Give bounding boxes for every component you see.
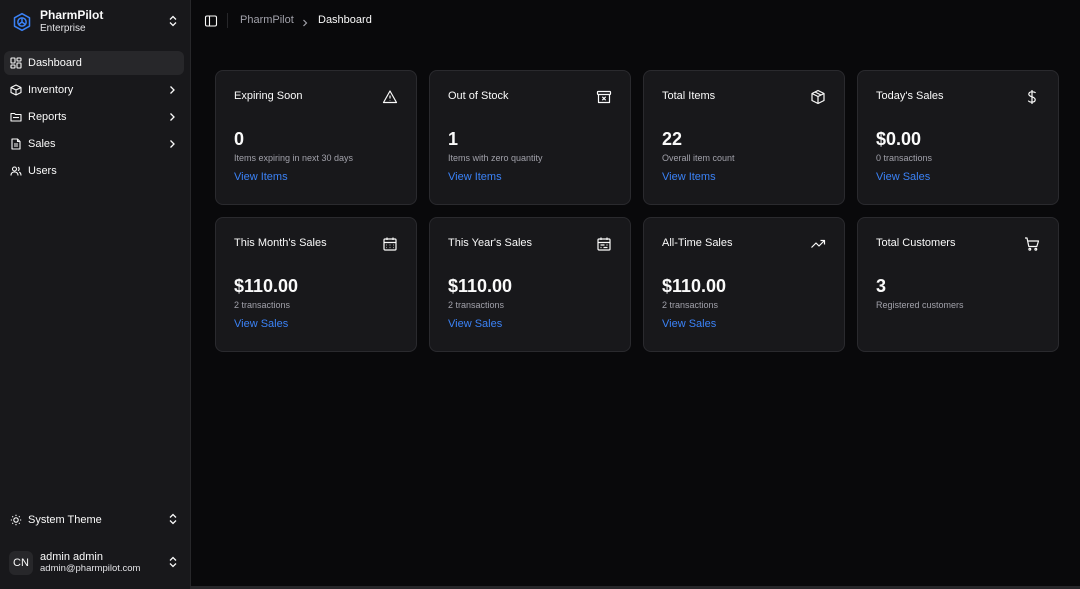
card-subtitle: Items expiring in next 30 days (234, 153, 354, 163)
card-title: Out of Stock (448, 90, 509, 102)
view-items-link[interactable]: View Items (662, 171, 716, 183)
sidebar-item-label: Inventory (28, 84, 74, 96)
card-subtitle: 2 transactions (448, 300, 505, 310)
card-value: $110.00 (662, 276, 727, 296)
view-sales-link[interactable]: View Sales (234, 318, 288, 330)
card-title: Today's Sales (876, 90, 944, 102)
sidebar-item-inventory[interactable]: Inventory (4, 78, 184, 102)
card-value: 3 (876, 276, 887, 296)
card-title: Total Customers (876, 237, 956, 249)
card-value: 1 (448, 129, 459, 149)
sun-icon (10, 514, 22, 526)
trending-up-icon (810, 236, 826, 252)
stat-card-expiring-soon: Expiring Soon 0 Items expiring in next 3… (215, 70, 417, 205)
card-subtitle: 0 transactions (876, 153, 933, 163)
card-title: This Year's Sales (448, 237, 533, 249)
sidebar: PharmPilot Enterprise Dashboard Inventor… (0, 0, 191, 589)
sidebar-item-label: Dashboard (28, 57, 82, 69)
chevron-right-icon (301, 16, 309, 31)
card-title: Expiring Soon (234, 90, 303, 102)
card-value: $110.00 (448, 276, 513, 296)
stat-card-all-time-sales: All-Time Sales $110.00 2 transactions Vi… (643, 217, 845, 352)
user-name: admin admin (40, 551, 103, 563)
users-icon (10, 165, 22, 177)
stat-card-this-years-sales: This Year's Sales $110.00 2 transactions… (429, 217, 631, 352)
sidebar-toggle-icon[interactable] (204, 14, 218, 28)
stat-card-total-items: Total Items 22 Overall item count View I… (643, 70, 845, 205)
stat-card-this-months-sales: This Month's Sales $110.00 2 transaction… (215, 217, 417, 352)
chevron-right-icon (168, 84, 176, 99)
card-subtitle: 2 transactions (234, 300, 291, 310)
user-email: admin@pharmpilot.com (40, 563, 141, 574)
sidebar-item-users[interactable]: Users (4, 159, 184, 183)
chevron-right-icon (168, 138, 176, 153)
topbar: PharmPilot Dashboard (191, 0, 1080, 42)
card-value: $0.00 (876, 129, 922, 149)
sidebar-item-dashboard[interactable]: Dashboard (4, 51, 184, 75)
stat-card-todays-sales: Today's Sales $0.00 0 transactions View … (857, 70, 1059, 205)
view-sales-link[interactable]: View Sales (876, 171, 930, 183)
card-title: Total Items (662, 90, 716, 102)
card-subtitle: Overall item count (662, 153, 735, 163)
dollar-icon (1024, 89, 1040, 105)
sidebar-item-label: Reports (28, 111, 67, 123)
card-value: $110.00 (234, 276, 299, 296)
brand-switcher[interactable]: PharmPilot Enterprise (8, 6, 184, 38)
theme-switcher[interactable]: System Theme (4, 508, 184, 532)
card-value: 22 (662, 129, 683, 149)
card-title: All-Time Sales (662, 237, 733, 249)
stat-card-out-of-stock: Out of Stock 1 Items with zero quantity … (429, 70, 631, 205)
theme-label: System Theme (28, 514, 102, 526)
brand-name: PharmPilot (40, 8, 104, 22)
breadcrumb-current: Dashboard (318, 14, 372, 26)
pharmpilot-logo-icon (9, 9, 35, 35)
card-subtitle: Registered customers (876, 300, 964, 310)
chevron-right-icon (168, 111, 176, 126)
folder-icon (10, 111, 22, 123)
view-sales-link[interactable]: View Sales (448, 318, 502, 330)
archive-x-icon (596, 89, 612, 105)
alert-triangle-icon (382, 89, 398, 105)
breadcrumb-root[interactable]: PharmPilot (240, 14, 294, 26)
receipt-icon (10, 138, 22, 150)
calendar-range-icon (596, 236, 612, 252)
card-value: 0 (234, 129, 245, 149)
stat-card-total-customers: Total Customers 3 Registered customers (857, 217, 1059, 352)
user-menu[interactable]: CN admin admin admin@pharmpilot.com (4, 546, 184, 580)
brand-plan: Enterprise (40, 23, 86, 34)
calendar-icon (382, 236, 398, 252)
shopping-cart-icon (1024, 236, 1040, 252)
chevrons-up-down-icon (168, 513, 178, 528)
card-subtitle: Items with zero quantity (448, 153, 543, 163)
view-sales-link[interactable]: View Sales (662, 318, 716, 330)
box-icon (810, 89, 826, 105)
view-items-link[interactable]: View Items (234, 171, 288, 183)
sidebar-item-reports[interactable]: Reports (4, 105, 184, 129)
sidebar-item-label: Sales (28, 138, 56, 150)
view-items-link[interactable]: View Items (448, 171, 502, 183)
chevrons-up-down-icon (168, 15, 178, 30)
avatar: CN (9, 551, 33, 575)
sidebar-nav: Dashboard Inventory Reports Sales Users (4, 51, 184, 186)
card-subtitle: 2 transactions (662, 300, 719, 310)
sidebar-item-sales[interactable]: Sales (4, 132, 184, 156)
sidebar-item-label: Users (28, 165, 57, 177)
chevrons-up-down-icon (168, 556, 178, 571)
card-title: This Month's Sales (234, 237, 327, 249)
divider (227, 13, 228, 28)
dashboard-icon (10, 57, 22, 69)
package-icon (10, 84, 22, 96)
